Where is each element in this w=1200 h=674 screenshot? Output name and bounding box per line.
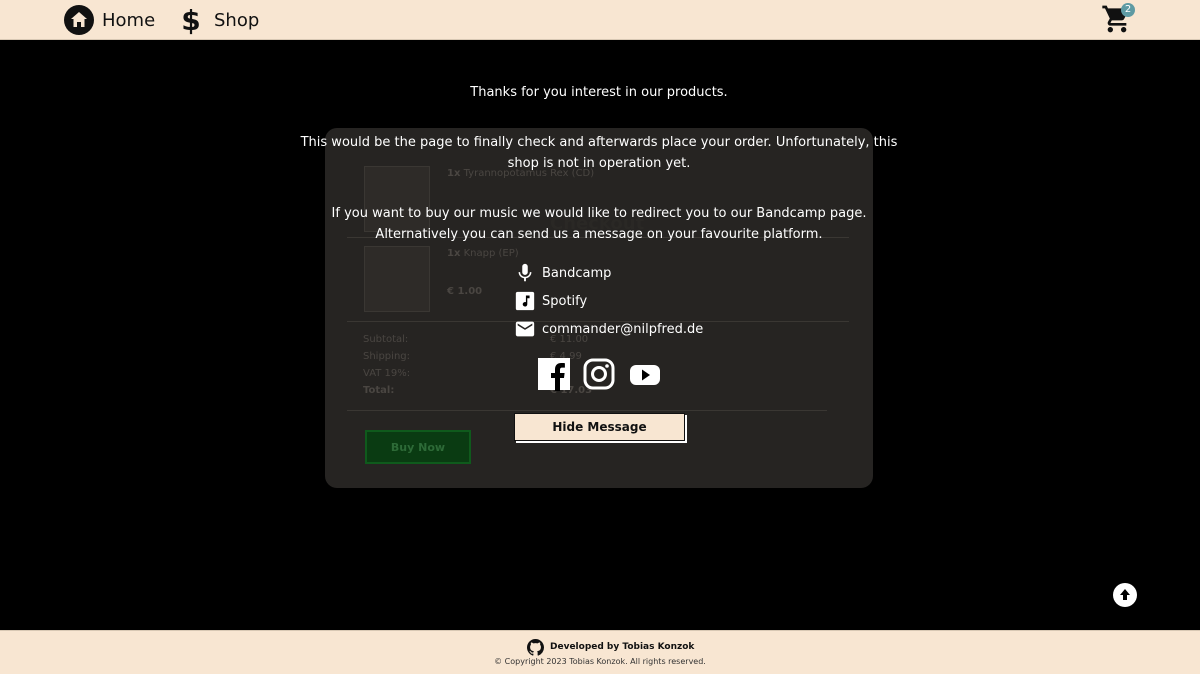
youtube-link[interactable] — [628, 357, 662, 391]
dollar-icon: $ — [181, 5, 200, 35]
bandcamp-link[interactable]: Bandcamp — [514, 262, 611, 284]
nav-home-link[interactable]: Home — [64, 4, 155, 36]
item-name: 1x Knapp (EP) — [447, 248, 519, 259]
bandcamp-label: Bandcamp — [542, 265, 612, 281]
nav-home-label: Home — [102, 9, 156, 31]
instagram-link[interactable] — [582, 357, 616, 391]
message-thanks: Thanks for you interest in our products. — [470, 85, 728, 100]
footer: Developed by Tobias Konzok © Copyright 2… — [0, 630, 1200, 674]
scroll-to-top-button[interactable] — [1113, 583, 1137, 607]
copyright-text: © Copyright 2023 Tobias Konzok. All righ… — [494, 657, 706, 666]
hide-message-button[interactable]: Hide Message — [514, 413, 685, 441]
home-icon — [64, 5, 94, 35]
arrow-up-icon — [1120, 589, 1130, 600]
developer-link[interactable]: Developed by Tobias Konzok — [527, 638, 694, 656]
svg-text:$: $ — [181, 5, 200, 35]
developer-label: Developed by Tobias Konzok — [550, 642, 695, 652]
youtube-icon — [630, 365, 660, 385]
cart-count-badge: 2 — [1121, 3, 1135, 17]
message-redirect: If you want to buy our music we would li… — [331, 206, 867, 242]
facebook-icon — [538, 358, 570, 391]
cart-button[interactable]: 2 — [1101, 3, 1135, 37]
nav-shop-label: Shop — [214, 9, 260, 31]
spotify-link[interactable]: Spotify — [514, 290, 587, 312]
instagram-icon — [583, 358, 615, 390]
email-label: commander@nilpfred.de — [542, 321, 704, 337]
nav-shop-link[interactable]: $ Shop — [176, 4, 259, 36]
buy-now-button[interactable]: Buy Now — [365, 430, 471, 464]
divider — [347, 410, 827, 411]
facebook-link[interactable] — [537, 357, 571, 391]
product-image — [364, 246, 430, 312]
mail-icon — [515, 321, 535, 337]
github-icon — [527, 638, 544, 656]
microphone-icon — [518, 263, 532, 282]
spotify-label: Spotify — [542, 293, 588, 309]
item-price: € 1.00 — [447, 286, 483, 297]
music-note-icon — [515, 291, 535, 311]
top-navbar: Home $ Shop 2 — [0, 0, 1200, 40]
email-link[interactable]: commander@nilpfred.de — [514, 318, 703, 340]
message-not-operational: This would be the page to finally check … — [300, 135, 898, 171]
